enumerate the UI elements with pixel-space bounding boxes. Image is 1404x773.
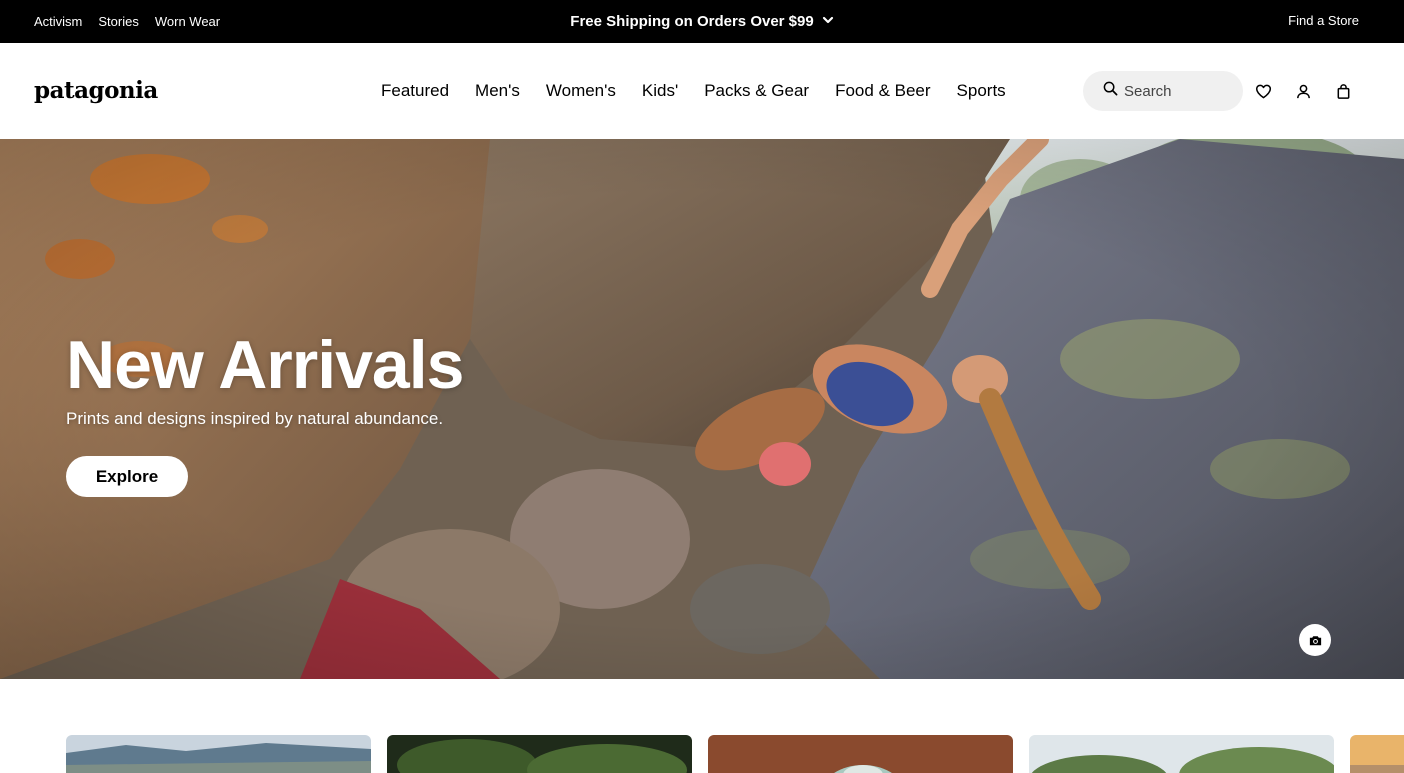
utility-bar: Activism Stories Worn Wear Free Shipping… [0, 0, 1404, 43]
find-store-label: Find a Store [1288, 12, 1359, 28]
main-nav: Featured Men's Women's Kids' Packs & Gea… [381, 43, 1006, 139]
nav-item-food-beer[interactable]: Food & Beer [835, 81, 930, 101]
explore-button[interactable]: Explore [66, 456, 188, 497]
story-card[interactable] [66, 735, 371, 773]
story-card-image [1029, 735, 1334, 773]
hero-subtitle: Prints and designs inspired by natural a… [66, 409, 444, 428]
nav-item-packs-gear[interactable]: Packs & Gear [704, 81, 809, 101]
story-card-image [66, 735, 371, 773]
promo-text[interactable]: Free Shipping on Orders Over $99 [570, 13, 813, 30]
main-header: patagonia Featured Men's Women's Kids' P… [0, 43, 1404, 139]
utility-link-worn-wear[interactable]: Worn Wear [155, 14, 220, 29]
nav-item-mens[interactable]: Men's [475, 81, 520, 101]
camera-icon[interactable] [1299, 624, 1331, 656]
bag-icon[interactable] [1333, 81, 1353, 101]
nav-item-womens[interactable]: Women's [546, 81, 616, 101]
patagonia-logo[interactable]: patagonia [34, 77, 158, 104]
chevron-down-icon[interactable] [822, 13, 834, 30]
user-icon[interactable] [1293, 81, 1313, 101]
story-card[interactable] [1029, 735, 1334, 773]
hero-banner: New Arrivals Prints and designs inspired… [0, 139, 1404, 679]
search-input[interactable] [1124, 82, 1234, 100]
story-card-strip [0, 679, 1404, 773]
find-store-link[interactable]: Find a Store [1288, 0, 1359, 40]
story-card-image [1350, 735, 1404, 773]
story-card[interactable] [1350, 735, 1404, 773]
nav-item-kids[interactable]: Kids' [642, 81, 678, 101]
utility-link-activism[interactable]: Activism [34, 14, 82, 29]
utility-link-stories[interactable]: Stories [98, 14, 138, 29]
search-icon [1103, 81, 1118, 101]
story-card-image [708, 735, 1013, 773]
utility-links: Activism Stories Worn Wear [34, 0, 220, 43]
nav-item-sports[interactable]: Sports [957, 81, 1006, 101]
search-box[interactable] [1083, 71, 1243, 111]
story-card[interactable] [387, 735, 692, 773]
hero-title: New Arrivals [66, 327, 464, 403]
heart-icon[interactable] [1253, 81, 1273, 101]
story-card-image [387, 735, 692, 773]
story-card[interactable] [708, 735, 1013, 773]
nav-item-featured[interactable]: Featured [381, 81, 449, 101]
